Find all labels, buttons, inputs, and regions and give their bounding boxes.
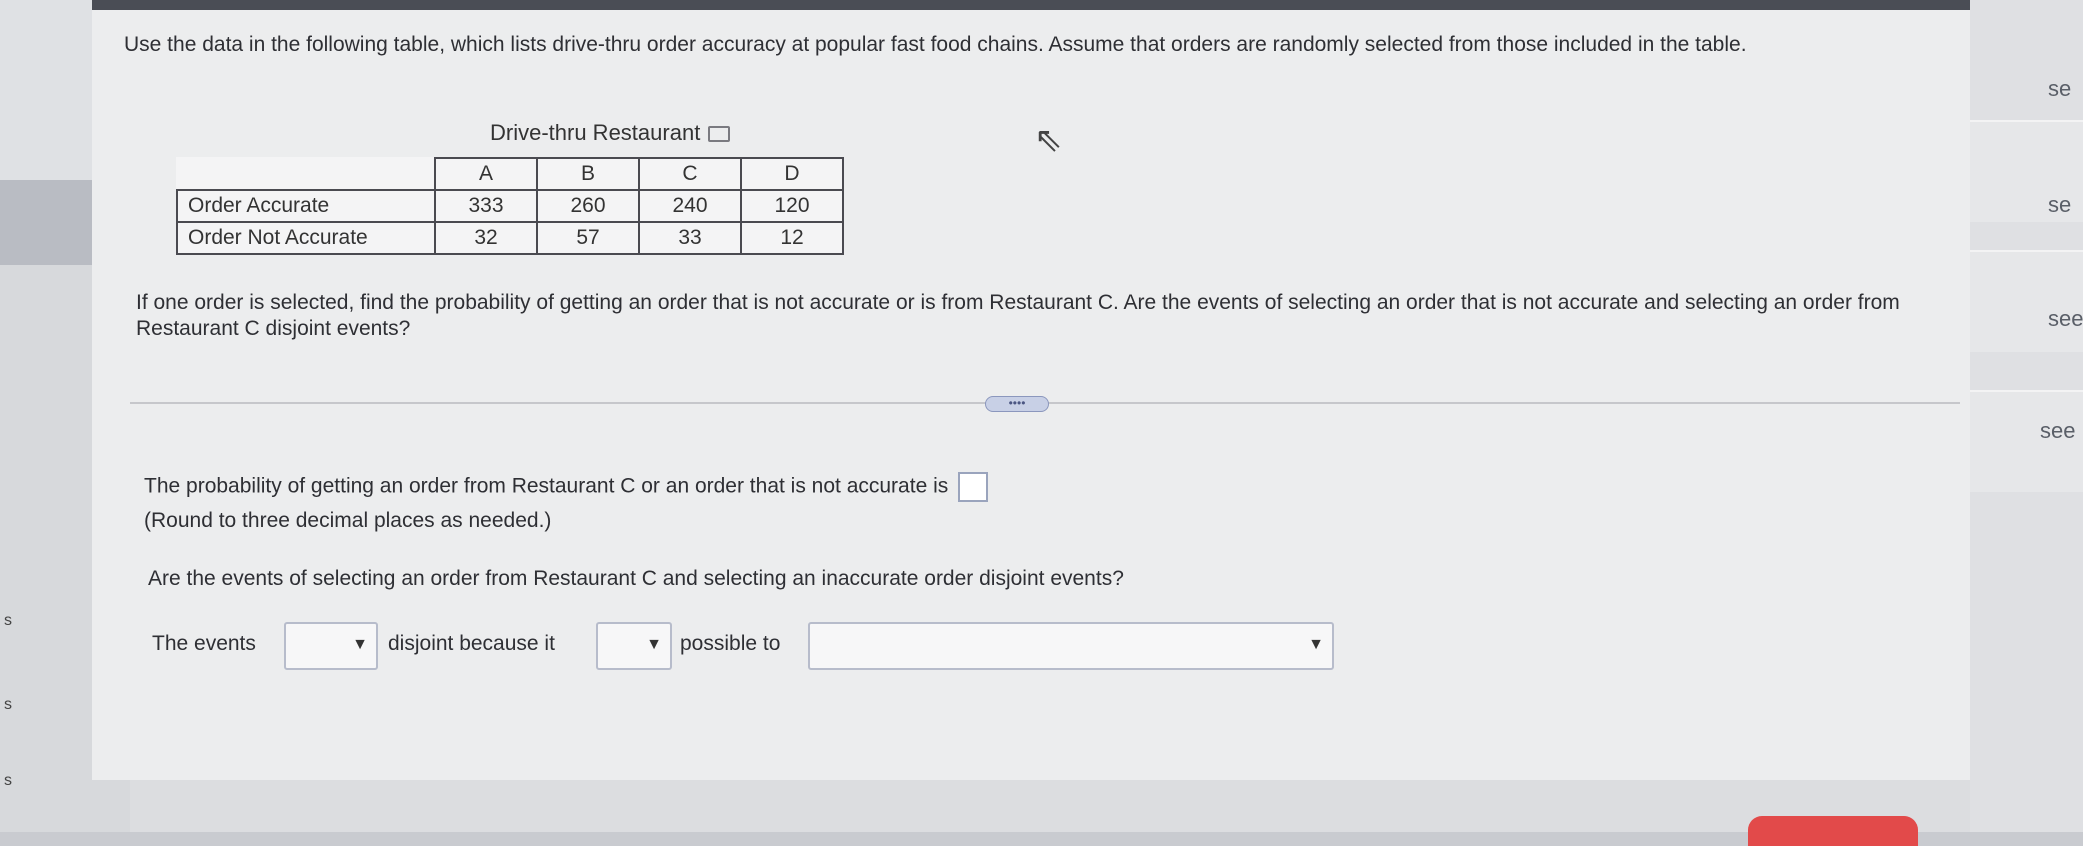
table-title: Drive-thru Restaurant <box>490 120 731 146</box>
it-is-dropdown[interactable]: ▼ <box>596 622 672 670</box>
column-header: A <box>434 157 538 191</box>
probability-prompt-text: The probability of getting an order from… <box>144 474 949 498</box>
row-header: Order Accurate <box>176 189 436 223</box>
dropdown-arrow-icon: ▼ <box>352 636 368 653</box>
table-cell: 260 <box>536 189 640 223</box>
probability-prompt: The probability of getting an order from… <box>144 472 989 502</box>
right-column-link[interactable]: se <box>2048 76 2071 102</box>
table-cell: 333 <box>434 189 538 223</box>
right-column-item <box>1970 250 2083 352</box>
possible-to-dropdown[interactable]: ▼ <box>808 622 1334 670</box>
table-cell: 32 <box>434 221 538 255</box>
gutter-mark: s <box>4 612 12 629</box>
expand-more-button[interactable]: •••• <box>985 396 1049 412</box>
right-column-link[interactable]: see <box>2040 418 2075 444</box>
right-column-link[interactable]: see <box>2048 306 2083 332</box>
column-header: B <box>536 157 640 191</box>
problem-intro: Use the data in the following table, whi… <box>124 33 1747 56</box>
table-row: Order Accurate 333 260 240 120 <box>176 189 844 223</box>
table-header-row: A B C D <box>177 157 844 191</box>
table-cell: 12 <box>740 221 844 255</box>
question-text: If one order is selected, find the proba… <box>136 291 1900 340</box>
submit-button[interactable] <box>1748 816 1918 846</box>
data-table: A B C D Order Accurate 333 260 240 120 O… <box>176 157 844 255</box>
popout-icon[interactable] <box>708 126 731 143</box>
table-cell: 57 <box>536 221 640 255</box>
table-cell: 120 <box>740 189 844 223</box>
column-header: D <box>740 157 844 191</box>
mouse-cursor-icon: ⇖ <box>1034 121 1063 159</box>
events-are-dropdown[interactable]: ▼ <box>284 622 378 670</box>
row-header: Order Not Accurate <box>176 221 436 255</box>
table-row: Order Not Accurate 32 57 33 12 <box>176 221 844 255</box>
gutter-mark: s <box>4 772 12 789</box>
probability-answer-input[interactable] <box>958 472 989 502</box>
right-column-link[interactable]: se <box>2048 192 2071 218</box>
round-note: (Round to three decimal places as needed… <box>144 509 552 532</box>
panel-top-bar <box>92 0 1970 10</box>
footer-strip <box>130 780 1970 832</box>
table-corner-cell <box>177 158 436 191</box>
gutter-mark: s <box>4 696 12 713</box>
sentence-part: disjoint because it <box>388 632 555 655</box>
column-header: C <box>638 157 742 191</box>
sentence-part: possible to <box>680 632 781 655</box>
dropdown-arrow-icon: ▼ <box>646 636 662 653</box>
table-title-text: Drive-thru Restaurant <box>490 120 701 145</box>
table-cell: 33 <box>638 221 742 255</box>
sentence-part: The events <box>152 632 256 655</box>
disjoint-question: Are the events of selecting an order fro… <box>148 567 1124 590</box>
dropdown-arrow-icon: ▼ <box>1308 636 1324 653</box>
right-column <box>1970 0 2083 832</box>
table-cell: 240 <box>638 189 742 223</box>
